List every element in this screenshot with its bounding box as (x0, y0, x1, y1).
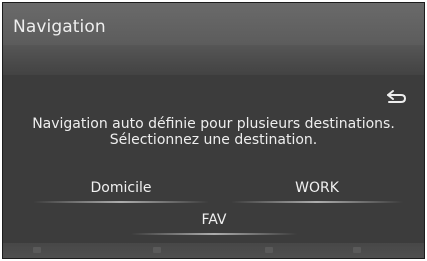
destination-label: Domicile (90, 180, 152, 196)
return-arrow-icon (387, 90, 407, 103)
button-underline (231, 201, 403, 203)
destination-label: FAV (201, 212, 227, 228)
destination-label: WORK (295, 180, 339, 196)
destination-dialog: Navigation auto définie pour plusieurs d… (3, 75, 424, 243)
destination-button-home[interactable]: Domicile (33, 173, 209, 203)
header-band (3, 45, 424, 75)
button-underline (33, 201, 209, 203)
footer-mark (265, 247, 273, 253)
button-underline (131, 233, 297, 235)
page-title: Navigation (13, 17, 106, 37)
message-line-1: Navigation auto définie pour plusieurs d… (32, 116, 395, 132)
screen-frame: Navigation Navigation auto définie pour … (2, 2, 425, 259)
dialog-message: Navigation auto définie pour plusieurs d… (3, 116, 424, 148)
destination-button-fav[interactable]: FAV (131, 205, 297, 235)
footer-mark (353, 247, 361, 253)
destination-button-work[interactable]: WORK (231, 173, 403, 203)
message-line-2: Sélectionnez une destination. (109, 132, 318, 148)
header-bar: Navigation (3, 3, 424, 45)
footer-bar (3, 243, 424, 258)
footer-mark (33, 247, 41, 253)
back-button[interactable] (385, 88, 409, 106)
footer-mark (153, 247, 161, 253)
